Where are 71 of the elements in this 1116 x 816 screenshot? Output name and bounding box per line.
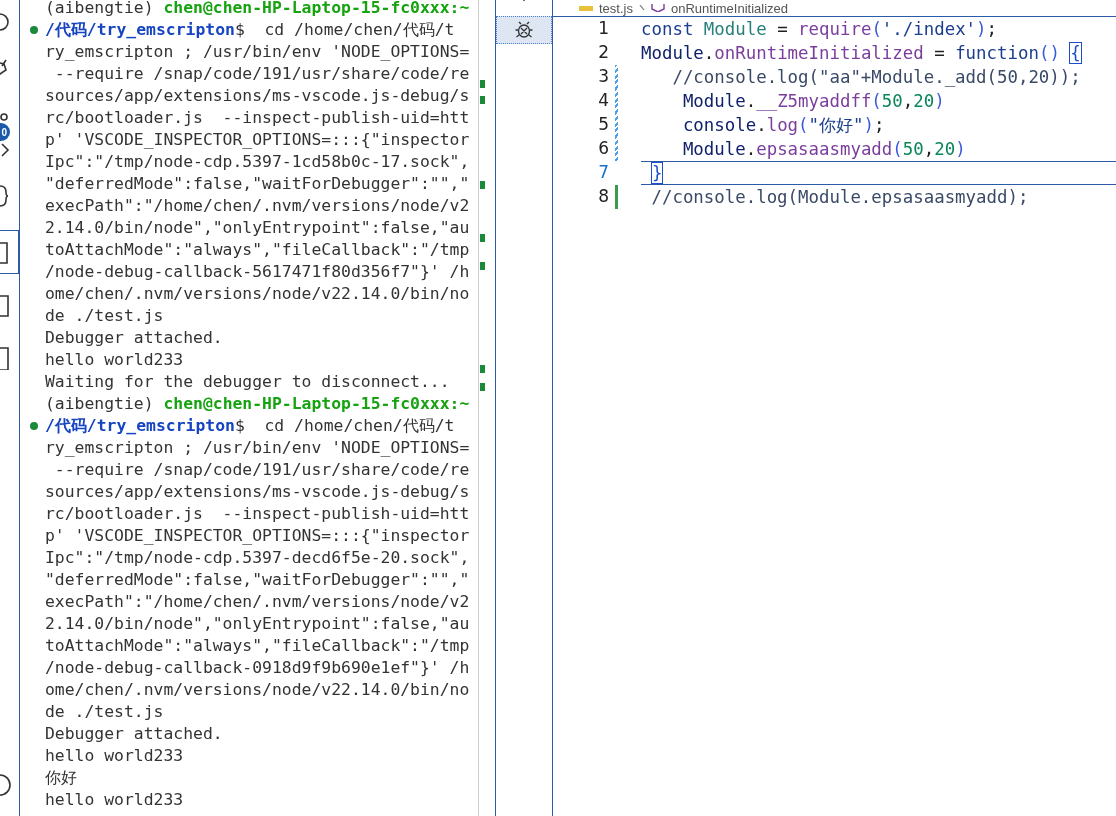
terminal-line: 2.14.0/bin/node","onlyEntrypoint":false,"au <box>45 216 470 239</box>
terminal-line: execPath":"/home/chen/.nvm/versions/node/v2 <box>45 590 470 613</box>
terminal-line: execPath":"/home/chen/.nvm/versions/node/v2 <box>45 194 470 217</box>
terminal-line: /node-debug-callback-5617471f80d356f7"}' /h <box>45 260 470 283</box>
bug-icon[interactable] <box>514 20 534 40</box>
terminal-line: /node-debug-callback-0918d9f9b690e1ef"}' /h <box>45 656 470 679</box>
javascript-file-icon <box>579 5 593 11</box>
terminal-line: ome/chen/.nvm/versions/node/v22.14.0/bin/no <box>45 282 470 305</box>
scroll-marker <box>480 80 485 88</box>
terminal-line: ry_emscripton ; /usr/bin/env 'NODE_OPTIONS= <box>45 40 470 63</box>
terminal-line: --require /snap/code/191/usr/share/code/re <box>53 458 470 481</box>
terminal-line: hello world233 <box>45 788 184 811</box>
terminal-line: de ./test.js <box>45 304 164 327</box>
scroll-marker <box>480 181 485 189</box>
terminal-line: 你好 <box>45 766 77 789</box>
code-line: const Module = require('./index'); <box>641 17 998 41</box>
terminal-line: rc/bootloader.js --inspect-publish-uid=htt <box>45 106 470 129</box>
breadcrumb-item[interactable]: onRuntimeInitialized <box>670 0 789 16</box>
terminal-line: /代码/try_emscripton$ cd /home/chen/代码/t <box>45 18 455 41</box>
line-number: 5 <box>597 113 609 137</box>
added-line-marker <box>615 185 618 209</box>
terminal-line: hello world233 <box>45 348 184 371</box>
terminal-line: de ./test.js <box>45 700 164 723</box>
panel-icon[interactable] <box>0 292 12 318</box>
terminal-line: "deferredMode":false,"waitForDebugger":""," <box>45 172 470 195</box>
line-number: 7 <box>597 161 609 185</box>
code-line: Module.onRuntimeInitialized = function() { <box>641 41 1081 65</box>
terminal-line: "deferredMode":false,"waitForDebugger":""," <box>45 568 470 591</box>
scroll-marker <box>480 383 485 391</box>
terminal-line: Waiting for the debugger to disconnect... <box>45 370 450 393</box>
code-line: //console.log(Module.epsasaasmyadd); <box>650 185 1029 209</box>
terminal-line: rc/bootloader.js --inspect-publish-uid=htt <box>45 502 470 525</box>
panel-icon[interactable] <box>0 239 11 265</box>
scroll-marker <box>480 365 485 373</box>
line-number: 2 <box>597 41 609 65</box>
terminal-line: --require /snap/code/191/usr/share/code/re <box>53 62 470 85</box>
scroll-marker <box>480 234 485 242</box>
terminal-line: p' 'VSCODE_INSPECTOR_OPTIONS=:::{"inspector <box>45 524 470 547</box>
terminal-line: ry_emscripton ; /usr/bin/env 'NODE_OPTIONS= <box>45 436 470 459</box>
count-badge: 0 <box>0 123 10 141</box>
code-line: } <box>651 161 663 185</box>
scroll-marker <box>480 262 485 270</box>
terminal-line: toAttachMode":"always","fileCallback":"/tmp <box>45 238 470 261</box>
terminal-line: Debugger attached. <box>45 722 223 745</box>
cube-icon <box>650 4 665 12</box>
line-number: 1 <box>597 17 609 41</box>
code-line: Module.__Z5myaddff(50,20) <box>681 89 945 113</box>
panel-icon[interactable] <box>0 344 12 370</box>
line-number: 4 <box>597 89 609 113</box>
line-number: 8 <box>597 185 609 209</box>
terminal-line: ome/chen/.nvm/versions/node/v22.14.0/bin/no <box>45 678 470 701</box>
terminal-line: 2.14.0/bin/node","onlyEntrypoint":false,"au <box>45 612 470 635</box>
terminal-line: sources/app/extensions/ms-vscode.js-debug/s <box>45 84 470 107</box>
breadcrumb-item[interactable]: test.js <box>599 0 633 16</box>
account-icon[interactable] <box>0 772 12 798</box>
terminal-line: Debugger attached. <box>45 326 223 349</box>
code-line: console.log("你好"); <box>681 113 885 137</box>
terminal-line: Ipc":"/tmp/node-cdp.5397-1cd58b0c-17.sock", <box>45 150 470 173</box>
line-number: 6 <box>597 137 609 161</box>
scroll-marker <box>480 96 485 104</box>
terminal-line: hello world233 <box>45 744 184 767</box>
terminal-line: p' 'VSCODE_INSPECTOR_OPTIONS=:::{"inspector <box>45 128 470 151</box>
line-number: 3 <box>597 65 609 89</box>
terminal-line: toAttachMode":"always","fileCallback":"/tmp <box>45 634 470 657</box>
terminal-line: /代码/try_emscripton$ cd /home/chen/代码/t <box>45 414 455 437</box>
terminal-line: sources/app/extensions/ms-vscode.js-debug/s <box>45 480 470 503</box>
code-line: //console.log("aa"+Module._add(50,20)); <box>671 65 1081 89</box>
terminal-line: (aibengtie) chen@chen-HP-Laptop-15-fc0xxx:~ <box>45 392 470 415</box>
terminal-line: Ipc":"/tmp/node-cdp.5397-decd6f5e-20.sock", <box>45 546 470 569</box>
code-line: Module.epsasaasmyadd(50,20) <box>681 137 966 161</box>
terminal-line: (aibengtie) chen@chen-HP-Laptop-15-fc0xxx:~ <box>45 0 470 19</box>
